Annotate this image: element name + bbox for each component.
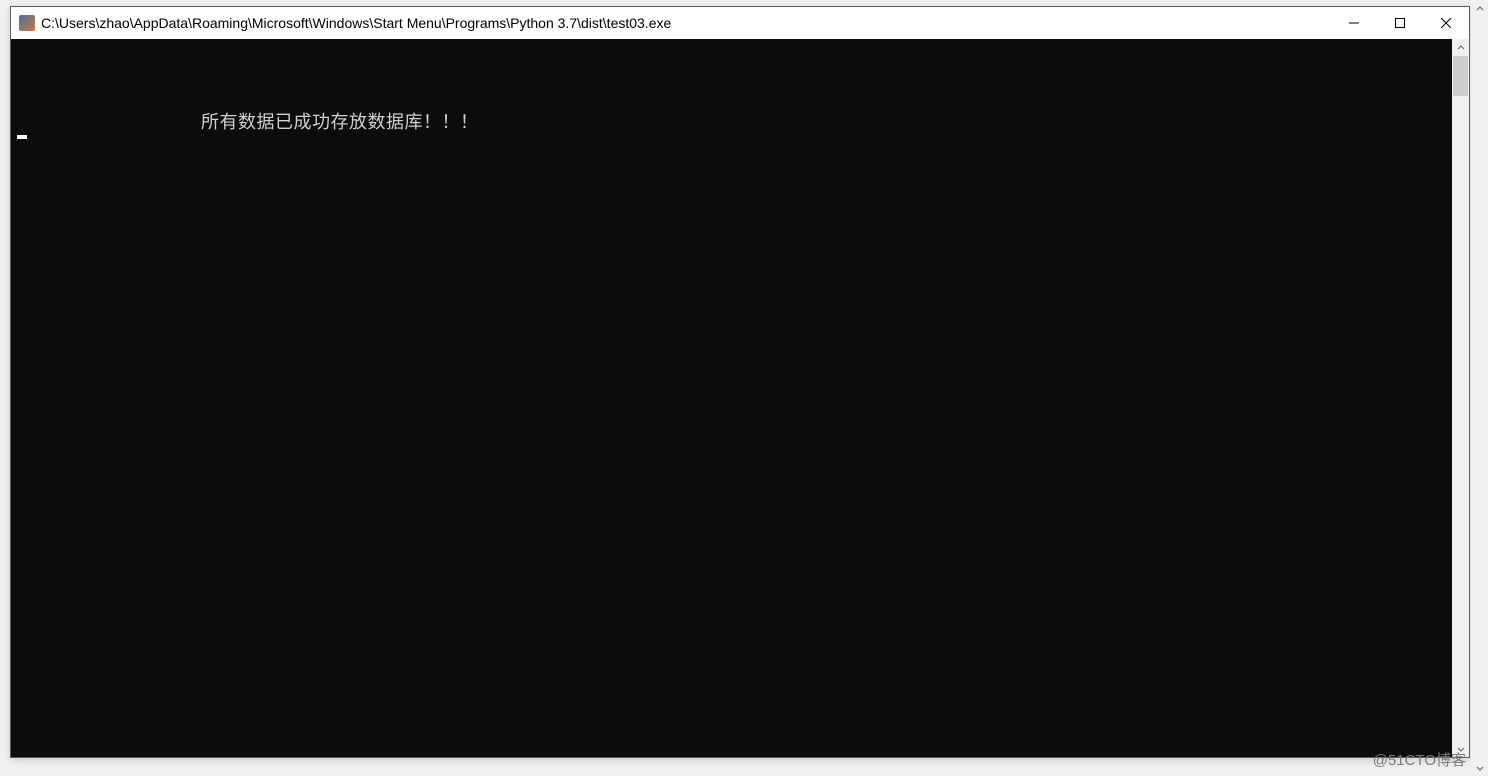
- outer-scroll-down-button[interactable]: [1471, 759, 1488, 776]
- console-message: 所有数据已成功存放数据库！！！: [17, 109, 1446, 137]
- chevron-down-icon: [1457, 745, 1465, 753]
- console-window: C:\Users\zhao\AppData\Roaming\Microsoft\…: [10, 6, 1470, 758]
- titlebar[interactable]: C:\Users\zhao\AppData\Roaming\Microsoft\…: [11, 7, 1469, 39]
- close-button[interactable]: [1423, 7, 1469, 39]
- scroll-track[interactable]: [1452, 56, 1469, 740]
- window-controls: [1331, 7, 1469, 39]
- outer-container: C:\Users\zhao\AppData\Roaming\Microsoft\…: [0, 0, 1488, 776]
- scroll-thumb[interactable]: [1453, 56, 1468, 96]
- app-icon: [19, 15, 35, 31]
- scroll-up-button[interactable]: [1452, 39, 1469, 56]
- chevron-down-icon: [1476, 764, 1484, 772]
- minimize-icon: [1349, 18, 1359, 28]
- maximize-button[interactable]: [1377, 7, 1423, 39]
- chevron-up-icon: [1457, 44, 1465, 52]
- chevron-up-icon: [1476, 5, 1484, 13]
- outer-scrollbar[interactable]: [1471, 0, 1488, 776]
- console-output[interactable]: 所有数据已成功存放数据库！！！: [11, 39, 1452, 757]
- console-body: 所有数据已成功存放数据库！！！: [11, 39, 1469, 757]
- scroll-down-button[interactable]: [1452, 740, 1469, 757]
- minimize-button[interactable]: [1331, 7, 1377, 39]
- outer-scroll-up-button[interactable]: [1471, 0, 1488, 17]
- console-scrollbar[interactable]: [1452, 39, 1469, 757]
- close-icon: [1441, 18, 1451, 28]
- outer-scroll-track[interactable]: [1471, 17, 1488, 759]
- maximize-icon: [1395, 18, 1405, 28]
- text-cursor: [17, 135, 27, 139]
- window-title: C:\Users\zhao\AppData\Roaming\Microsoft\…: [41, 15, 1331, 31]
